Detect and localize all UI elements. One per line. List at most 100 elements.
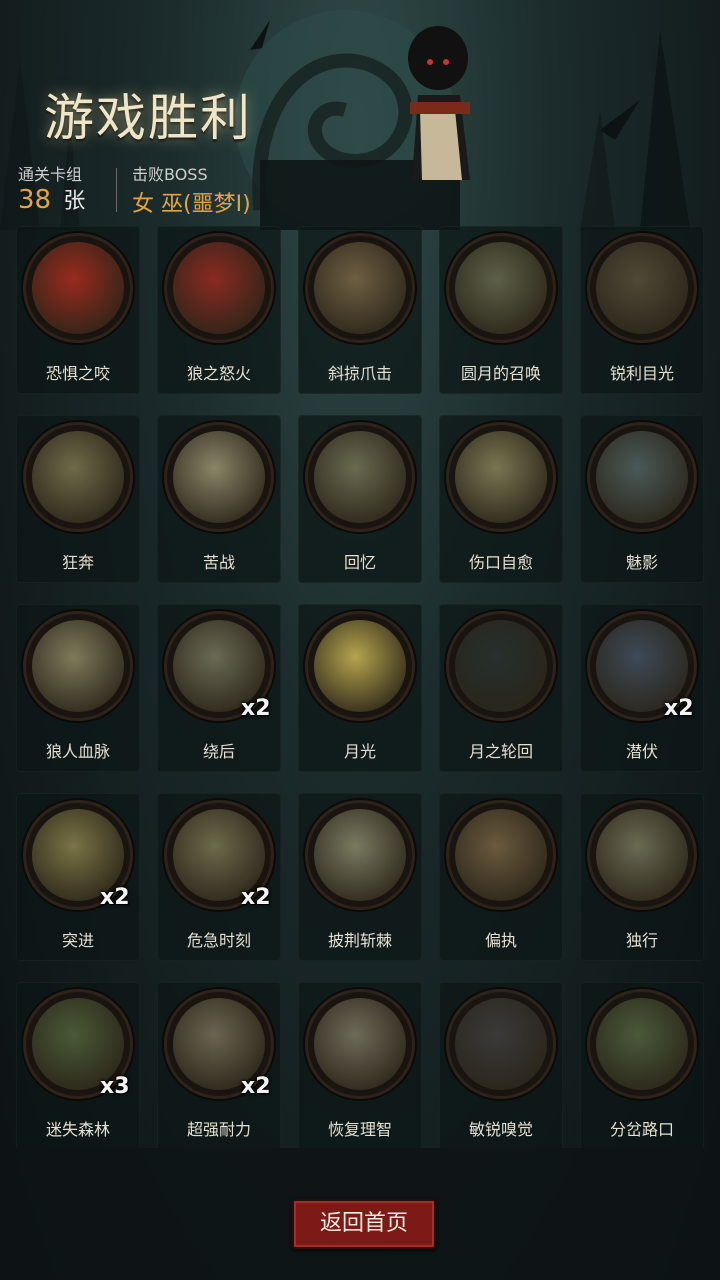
- card-art: [173, 242, 265, 334]
- card-count-badge: x3: [100, 1074, 130, 1099]
- card-label: 月之轮回: [468, 742, 533, 761]
- card-count-badge: x2: [100, 885, 130, 910]
- deck-card[interactable]: 独行: [580, 793, 704, 961]
- card-label: 危急时刻: [186, 931, 251, 950]
- card-art: [314, 431, 406, 523]
- card-count-badge: x2: [241, 696, 271, 721]
- card-art: [455, 809, 547, 901]
- card-art: [173, 431, 265, 523]
- deck-card[interactable]: 迷失森林 x3: [16, 982, 140, 1150]
- keen-smell-icon: [449, 992, 553, 1096]
- sanity-icon: [308, 992, 412, 1096]
- page-title: 游戏胜利: [44, 89, 252, 147]
- struggle-icon: [167, 425, 271, 529]
- bear-wolf-icon: [449, 803, 553, 907]
- card-label: 狂奔: [61, 553, 94, 572]
- wolf-eyes-icon: [590, 236, 694, 340]
- deck-card[interactable]: 月光: [298, 604, 422, 772]
- deck-card[interactable]: 恐惧之咬: [16, 226, 140, 394]
- claw-strike-icon: [308, 236, 412, 340]
- moonlight-icon: [308, 614, 412, 718]
- deck-card[interactable]: 狼之怒火: [157, 226, 281, 394]
- deck-card[interactable]: 偏执: [439, 793, 563, 961]
- card-label: 披荆斩棘: [327, 931, 392, 950]
- deck-card[interactable]: 突进 x2: [16, 793, 140, 961]
- card-art: [455, 998, 547, 1090]
- healing-boy-icon: [449, 425, 553, 529]
- deck-card[interactable]: 圆月的召唤: [439, 226, 563, 394]
- card-label: 魅影: [625, 553, 658, 572]
- running-wolf-icon: [26, 425, 130, 529]
- card-label: 突进: [61, 931, 94, 950]
- stat-divider: [116, 168, 117, 212]
- card-label: 圆月的召唤: [460, 364, 541, 383]
- lone-walker-icon: [590, 803, 694, 907]
- deck-count-unit: 张: [63, 189, 86, 214]
- card-count-badge: x2: [664, 696, 694, 721]
- card-art: [455, 242, 547, 334]
- deck-card[interactable]: 斜掠爪击: [298, 226, 422, 394]
- crossroads-icon: [590, 992, 694, 1096]
- deck-count: 38 张: [18, 183, 85, 215]
- card-label: 伤口自愈: [468, 553, 533, 572]
- card-count-badge: x2: [241, 1074, 271, 1099]
- deck-card[interactable]: 魅影: [580, 415, 704, 583]
- card-label: 月光: [343, 742, 376, 761]
- card-label: 锐利目光: [609, 364, 674, 383]
- deck-card[interactable]: 月之轮回: [439, 604, 563, 772]
- card-label: 迷失森林: [45, 1120, 110, 1139]
- full-moon-icon: [449, 236, 553, 340]
- werewolf-arm-icon: [26, 614, 130, 718]
- deck-count-value: 38: [18, 185, 52, 215]
- deck-card[interactable]: 锐利目光: [580, 226, 704, 394]
- deck-card[interactable]: 分岔路口: [580, 982, 704, 1150]
- slash-thorns-icon: [308, 803, 412, 907]
- card-label: 潜伏: [625, 742, 658, 761]
- card-art: [596, 998, 688, 1090]
- card-label: 恐惧之咬: [45, 364, 110, 383]
- deck-card[interactable]: 恢复理智: [298, 982, 422, 1150]
- deck-card[interactable]: 敏锐嗅觉: [439, 982, 563, 1150]
- card-art: [314, 620, 406, 712]
- card-label: 超强耐力: [186, 1120, 251, 1139]
- card-art: [314, 998, 406, 1090]
- card-label: 苦战: [202, 553, 235, 572]
- deck-card[interactable]: 回忆: [298, 415, 422, 583]
- deck-card[interactable]: 绕后 x2: [157, 604, 281, 772]
- card-art: [455, 431, 547, 523]
- card-label: 回忆: [343, 553, 376, 572]
- card-art: [314, 809, 406, 901]
- card-label: 绕后: [202, 742, 235, 761]
- card-art: [32, 620, 124, 712]
- card-art: [32, 242, 124, 334]
- boss-label: 击败BOSS: [132, 165, 208, 184]
- card-count-badge: x2: [241, 885, 271, 910]
- card-label: 狼之怒火: [186, 364, 251, 383]
- return-home-button[interactable]: 返回首页: [292, 1199, 436, 1249]
- card-art: [596, 431, 688, 523]
- card-art: [596, 809, 688, 901]
- card-label: 分岔路口: [609, 1120, 674, 1139]
- card-art: [314, 242, 406, 334]
- deck-label: 通关卡组: [18, 165, 83, 184]
- werewolf-fury-icon: [167, 236, 271, 340]
- demon-face-icon: [26, 236, 130, 340]
- card-label: 恢复理智: [327, 1120, 392, 1139]
- card-label: 斜掠爪击: [327, 364, 392, 383]
- card-art: [455, 620, 547, 712]
- character-icon: [408, 26, 470, 180]
- card-art: [596, 242, 688, 334]
- deck-card[interactable]: 超强耐力 x2: [157, 982, 281, 1150]
- card-art: [32, 431, 124, 523]
- phantom-icon: [590, 425, 694, 529]
- deck-card[interactable]: 危急时刻 x2: [157, 793, 281, 961]
- deck-card[interactable]: 披荆斩棘: [298, 793, 422, 961]
- card-label: 敏锐嗅觉: [468, 1120, 533, 1139]
- victory-header: 游戏胜利 通关卡组 38 张 击败BOSS 女 巫(噩梦I): [0, 0, 720, 225]
- card-label: 偏执: [484, 931, 517, 950]
- deck-card[interactable]: 潜伏 x2: [580, 604, 704, 772]
- deck-card[interactable]: 狼人血脉: [16, 604, 140, 772]
- deck-card[interactable]: 狂奔: [16, 415, 140, 583]
- deck-card[interactable]: 伤口自愈: [439, 415, 563, 583]
- deck-card[interactable]: 苦战: [157, 415, 281, 583]
